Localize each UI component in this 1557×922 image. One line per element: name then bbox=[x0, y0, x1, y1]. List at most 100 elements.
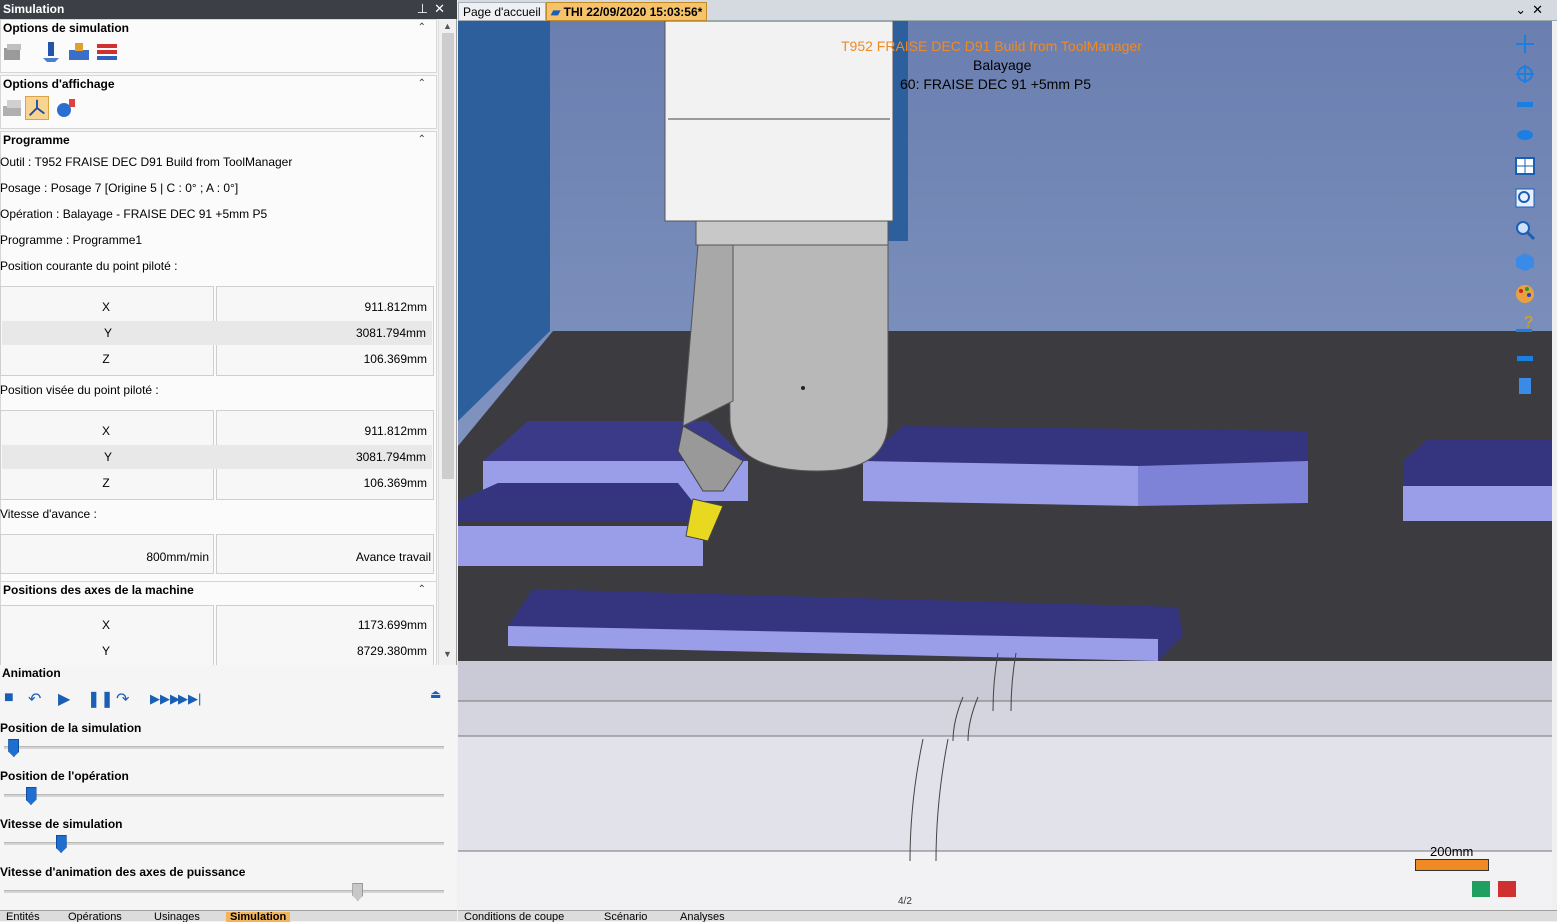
color-shape-icon[interactable] bbox=[55, 96, 79, 120]
animation-section: Animation ■ ↶ ▶ ❚❚ ↷ ▶▶▶ ▶▶| ⏏ Position … bbox=[0, 665, 457, 910]
chevron-down-icon[interactable]: ⌄ bbox=[1515, 2, 1532, 17]
machine-icon[interactable] bbox=[67, 40, 91, 64]
table-row: Y 8729.380mm bbox=[101, 644, 427, 658]
vitesse-simulation-label: Vitesse de simulation bbox=[0, 817, 123, 831]
operation-text: Opération : Balayage - FRAISE DEC 91 +5m… bbox=[0, 207, 268, 221]
panel-title: Simulation bbox=[3, 2, 65, 16]
panel-controls: ⊥✕ bbox=[417, 1, 451, 17]
simulation-panel: Simulation ⊥✕ Options de simulation ⌃ Op… bbox=[0, 0, 457, 922]
table-row: Y 3081.794mm bbox=[2, 445, 432, 469]
part bbox=[1403, 486, 1552, 521]
viewport-op-name: 60: FRAISE DEC 91 +5mm P5 bbox=[900, 76, 1092, 92]
measure-icon[interactable] bbox=[1514, 93, 1536, 115]
section-title: Options de simulation bbox=[3, 21, 130, 35]
spindle-body bbox=[727, 244, 889, 472]
tab-document[interactable]: ▰ THI 22/09/2020 15:03:56* bbox=[546, 2, 708, 21]
panel-scrollbar[interactable]: ▲ ▼ bbox=[438, 19, 456, 665]
collapse-up-icon[interactable]: ⏏ bbox=[430, 687, 441, 701]
vitesse-axes-slider[interactable] bbox=[352, 883, 364, 901]
scale-bar bbox=[1415, 859, 1489, 871]
collapse-icon[interactable]: ⌃ bbox=[418, 22, 426, 33]
document-icon: ▰ bbox=[551, 5, 564, 19]
scroll-up-icon[interactable]: ▲ bbox=[443, 21, 452, 31]
table-row: X 911.812mm bbox=[101, 300, 427, 314]
pos-operation-slider[interactable] bbox=[25, 787, 37, 805]
stock-icon[interactable] bbox=[1, 96, 25, 120]
section-options-affichage: Options d'affichage ⌃ bbox=[0, 75, 437, 129]
rail bbox=[458, 661, 1552, 701]
section-title: Options d'affichage bbox=[3, 77, 115, 91]
axis-mark: 4/2 bbox=[898, 896, 912, 907]
stop-icon[interactable]: ■ bbox=[4, 689, 14, 707]
vitesse-simulation-slider[interactable] bbox=[55, 835, 67, 853]
pos-courante-table: X 911.812mm Y 3081.794mm Z 106.369mm bbox=[0, 286, 437, 376]
pos-operation-track[interactable] bbox=[4, 794, 444, 797]
section-title: Programme bbox=[3, 133, 70, 147]
add-point-icon[interactable] bbox=[1514, 33, 1536, 55]
pos-simulation-track[interactable] bbox=[4, 746, 444, 749]
status-icons bbox=[1472, 881, 1516, 897]
move-icon[interactable] bbox=[1514, 63, 1536, 85]
pin-icon[interactable]: ⊥ bbox=[417, 1, 434, 16]
play-icon[interactable]: ▶ bbox=[58, 689, 70, 709]
svg-text:?: ? bbox=[1524, 314, 1533, 331]
part bbox=[1138, 461, 1308, 506]
section-title: Positions des axes de la machine bbox=[3, 583, 194, 597]
table-row: Z 106.369mm bbox=[102, 352, 427, 366]
part-top bbox=[458, 483, 708, 521]
collapse-icon[interactable]: ⌃ bbox=[418, 584, 426, 595]
tab-home[interactable]: Page d'accueil bbox=[458, 2, 546, 21]
floor bbox=[458, 851, 1552, 910]
vitesse-axes-label: Vitesse d'animation des axes de puissanc… bbox=[0, 865, 246, 879]
close-icon[interactable]: ✕ bbox=[1532, 2, 1549, 17]
help-icon[interactable]: ? bbox=[1514, 313, 1536, 335]
pos-courante-label: Position courante du point piloté : bbox=[0, 259, 178, 273]
cube-view-icon[interactable] bbox=[1514, 251, 1536, 273]
scroll-thumb[interactable] bbox=[442, 33, 454, 479]
table-row: X 1173.699mm bbox=[101, 618, 427, 632]
rewind-icon[interactable]: ↶ bbox=[28, 689, 41, 709]
scene-drawing bbox=[458, 21, 1552, 910]
part bbox=[458, 526, 703, 566]
axes-icon[interactable] bbox=[25, 96, 49, 120]
table-row: X 911.812mm bbox=[101, 424, 427, 438]
skip-end-icon[interactable]: ▶▶| bbox=[178, 691, 201, 707]
document-tabbar: Page d'accueil ▰ THI 22/09/2020 15:03:56… bbox=[458, 0, 1557, 21]
vitesse-mode: Avance travail bbox=[355, 550, 431, 564]
spindle-collar bbox=[695, 220, 889, 246]
spindle-side bbox=[682, 244, 734, 427]
pos-simulation-slider[interactable] bbox=[8, 739, 20, 757]
solid-icon[interactable] bbox=[1, 40, 25, 64]
section-icon[interactable] bbox=[1514, 123, 1536, 145]
close-icon[interactable]: ✕ bbox=[434, 1, 451, 16]
fast-forward-icon[interactable]: ▶▶▶ bbox=[150, 691, 180, 707]
scroll-down-icon[interactable]: ▼ bbox=[443, 649, 452, 659]
3d-viewport[interactable]: T952 FRAISE DEC D91 Build from ToolManag… bbox=[458, 21, 1552, 910]
left-bottom-tabs: Entités Opérations Usinages Simulation bbox=[0, 910, 457, 922]
vitesse-table: 800mm/min Avance travail bbox=[0, 534, 437, 574]
pos-visee-table: X 911.812mm Y 3081.794mm Z 106.369mm bbox=[0, 410, 437, 500]
zoom-icon[interactable] bbox=[1514, 219, 1536, 241]
layout-icon[interactable] bbox=[1514, 155, 1536, 177]
panel-scroll-area: Options de simulation ⌃ Options d'affich… bbox=[0, 19, 437, 665]
pause-icon[interactable]: ❚❚ bbox=[87, 689, 114, 709]
zoom-fit-icon[interactable] bbox=[1514, 187, 1536, 209]
rail bbox=[458, 701, 1552, 736]
collapse-icon[interactable]: ⌃ bbox=[418, 134, 426, 145]
palette-icon[interactable] bbox=[1514, 283, 1536, 305]
panel-titlebar: Simulation ⊥✕ bbox=[0, 0, 457, 19]
layers-icon[interactable] bbox=[95, 40, 119, 64]
collapse-icon[interactable]: ⌃ bbox=[418, 78, 426, 89]
forward-icon[interactable]: ↷ bbox=[116, 689, 129, 709]
section-options-simulation: Options de simulation ⌃ bbox=[0, 19, 437, 73]
rail bbox=[458, 736, 1552, 851]
tool-path-icon[interactable] bbox=[39, 40, 63, 64]
tabbar-controls: ⌄✕ bbox=[1515, 2, 1549, 18]
vitesse-axes-track[interactable] bbox=[4, 890, 444, 893]
viewport-op-type: Balayage bbox=[973, 57, 1032, 73]
pos-simulation-label: Position de la simulation bbox=[0, 721, 142, 735]
vitesse-simulation-track[interactable] bbox=[4, 842, 444, 845]
tab-document-label: THI 22/09/2020 15:03:56* bbox=[563, 5, 703, 19]
ruler-icon[interactable] bbox=[1514, 347, 1536, 369]
machine-view-icon[interactable] bbox=[1514, 375, 1536, 397]
